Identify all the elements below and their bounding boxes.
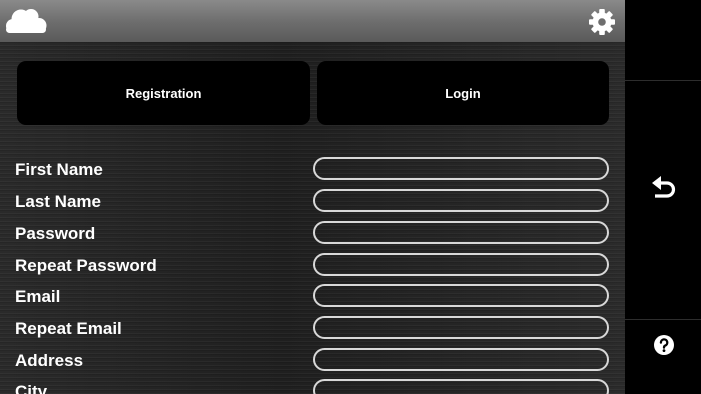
address-row: Address	[0, 348, 625, 374]
registration-form: First Name Last Name Password Repeat Pas…	[0, 0, 625, 394]
email-input[interactable]	[313, 284, 609, 307]
first-name-row: First Name	[0, 157, 625, 183]
city-label: City	[15, 382, 48, 394]
back-arrow-icon	[652, 176, 676, 198]
repeat-email-label: Repeat Email	[15, 319, 122, 338]
repeat-email-row: Repeat Email	[0, 316, 625, 342]
help-icon	[654, 335, 674, 355]
screen: Registration Login First Name Last Name …	[0, 0, 701, 394]
sidebar-divider	[625, 319, 701, 320]
right-sidebar	[625, 0, 701, 394]
main-panel: Registration Login First Name Last Name …	[0, 0, 625, 394]
email-label: Email	[15, 287, 61, 306]
sidebar-divider	[625, 80, 701, 81]
repeat-email-input[interactable]	[313, 316, 609, 339]
help-button[interactable]	[625, 322, 701, 372]
repeat-password-input[interactable]	[313, 253, 609, 276]
first-name-input[interactable]	[313, 157, 609, 180]
back-button[interactable]	[625, 160, 701, 216]
city-input[interactable]	[313, 379, 609, 394]
last-name-label: Last Name	[15, 192, 101, 211]
password-row: Password	[0, 221, 625, 247]
first-name-label: First Name	[15, 160, 103, 179]
password-label: Password	[15, 224, 96, 243]
last-name-row: Last Name	[0, 189, 625, 215]
password-input[interactable]	[313, 221, 609, 244]
last-name-input[interactable]	[313, 189, 609, 212]
city-row: City	[0, 379, 625, 394]
address-input[interactable]	[313, 348, 609, 371]
address-label: Address	[15, 351, 84, 370]
email-row: Email	[0, 284, 625, 310]
repeat-password-row: Repeat Password	[0, 253, 625, 279]
repeat-password-label: Repeat Password	[15, 256, 157, 275]
